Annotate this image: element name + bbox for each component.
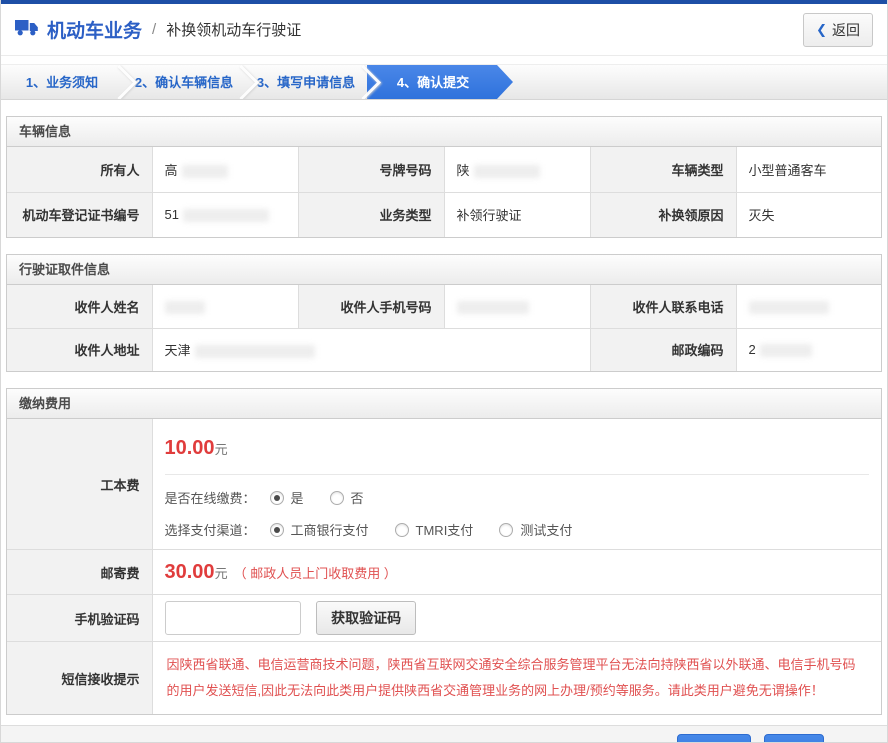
recipient-address-label: 收件人地址: [7, 327, 153, 371]
page-title: 机动车业务: [47, 21, 143, 42]
radio-unselected-icon: [394, 522, 409, 537]
postcode-label: 邮政编码: [589, 327, 737, 371]
radio-unselected-icon: [499, 522, 514, 537]
biztype-label: 业务类型: [297, 191, 445, 237]
sms-code-input[interactable]: [164, 601, 301, 635]
recipient-mobile-label: 收件人手机号码: [297, 285, 445, 329]
channel-icbc-option[interactable]: 工商银行支付: [269, 520, 369, 539]
production-fee-label: 工本费: [7, 419, 153, 550]
sms-notice-label: 短信接收提示: [7, 641, 153, 714]
recipient-phone-value: [735, 285, 881, 329]
table-row: 邮寄费 30.00元（ 邮政人员上门收取费用 ）: [7, 549, 881, 595]
vehicle-type-value: 小型普通客车: [735, 147, 881, 193]
masked-value: [456, 300, 529, 314]
table-row: 手机验证码 获取验证码: [7, 594, 881, 642]
truck-icon: [15, 19, 39, 41]
production-fee-amount: 10.00元: [164, 431, 869, 475]
postcode-value: 2: [735, 327, 881, 371]
footer-actions: 上一步 完成: [1, 725, 887, 742]
vehicle-info-section: 车辆信息 所有人 高 号牌号码 陕 车辆类型 小型普通客车 机动车登记证书编号 …: [6, 116, 882, 238]
sms-code-cell: 获取验证码: [151, 594, 881, 642]
sms-code-label: 手机验证码: [7, 594, 153, 642]
finish-button[interactable]: 完成: [764, 734, 824, 742]
masked-value: [181, 164, 228, 178]
reason-label: 补换领原因: [589, 191, 737, 237]
owner-label: 所有人: [7, 147, 153, 193]
page: 机动车业务 / 补换领机动车行驶证 ❮ 返回 1、业务须知 2、确认车辆信息 3…: [0, 0, 888, 743]
channel-test-option[interactable]: 测试支付: [499, 520, 572, 539]
online-pay-yes-option[interactable]: 是: [269, 488, 304, 507]
main-content: 车辆信息 所有人 高 号牌号码 陕 车辆类型 小型普通客车 机动车登记证书编号 …: [1, 116, 887, 715]
chevron-left-icon: ❮: [816, 21, 827, 37]
sms-notice-cell: 因陕西省联通、电信运营商技术问题，陕西省互联网交通安全综合服务管理平台无法向持陕…: [151, 641, 881, 714]
regno-label: 机动车登记证书编号: [7, 191, 153, 237]
radio-selected-icon: [269, 522, 284, 537]
masked-value: [748, 300, 829, 314]
page-subtitle: 补换领机动车行驶证: [166, 22, 302, 39]
prev-step-button[interactable]: 上一步: [677, 734, 751, 742]
plate-value: 陕: [443, 147, 591, 193]
reason-value: 灭失: [735, 191, 881, 237]
breadcrumb: 机动车业务 / 补换领机动车行驶证: [15, 16, 301, 43]
postage-fee-label: 邮寄费: [7, 549, 153, 595]
table-row: 短信接收提示 因陕西省联通、电信运营商技术问题，陕西省互联网交通安全综合服务管理…: [7, 641, 881, 714]
vehicle-info-title: 车辆信息: [7, 117, 881, 147]
sms-notice-text: 因陕西省联通、电信运营商技术问题，陕西省互联网交通安全综合服务管理平台无法向持陕…: [166, 657, 856, 698]
recipient-mobile-value: [443, 285, 591, 329]
table-row: 收件人姓名 收件人手机号码 收件人联系电话: [7, 285, 881, 329]
masked-value: [759, 344, 812, 358]
table-row: 机动车登记证书编号 51 业务类型 补领行驶证 补换领原因 灭失: [7, 191, 881, 237]
masked-value: [473, 164, 540, 178]
page-header: 机动车业务 / 补换领机动车行驶证 ❮ 返回: [1, 4, 887, 56]
table-row: 收件人地址 天津 邮政编码 2: [7, 327, 881, 371]
fees-section: 缴纳费用 工本费 10.00元 是否在线缴费： 是 否 选择支付渠道： 工商银行…: [6, 388, 882, 715]
online-pay-no-option[interactable]: 否: [329, 488, 364, 507]
step-4-confirm-submit: 4、确认提交: [367, 65, 513, 99]
wizard-steps: 1、业务须知 2、确认车辆信息 3、填写申请信息 4、确认提交: [1, 64, 887, 100]
recipient-name-label: 收件人姓名: [7, 285, 153, 329]
fees-title: 缴纳费用: [7, 389, 881, 419]
radio-selected-icon: [269, 490, 284, 505]
pickup-info-title: 行驶证取件信息: [7, 255, 881, 285]
plate-label: 号牌号码: [297, 147, 445, 193]
table-row: 工本费 10.00元 是否在线缴费： 是 否 选择支付渠道： 工商银行支付 TM…: [7, 419, 881, 550]
masked-value: [194, 345, 315, 359]
pay-channel-row: 选择支付渠道： 工商银行支付 TMRI支付 测试支付: [165, 520, 870, 539]
vehicle-info-table: 所有人 高 号牌号码 陕 车辆类型 小型普通客车 机动车登记证书编号 51 业务…: [7, 147, 881, 237]
recipient-address-value: 天津: [151, 327, 591, 371]
pay-channel-label: 选择支付渠道：: [164, 523, 256, 538]
owner-value: 高: [151, 147, 299, 193]
recipient-name-value: [151, 285, 299, 329]
masked-value: [164, 300, 205, 314]
production-fee-value: 10.00元 是否在线缴费： 是 否 选择支付渠道： 工商银行支付 TMRI支付…: [151, 419, 881, 550]
regno-value: 51: [151, 191, 299, 237]
postage-fee-note: （ 邮政人员上门收取费用 ）: [233, 565, 397, 581]
biztype-value: 补领行驶证: [443, 191, 591, 237]
online-pay-label: 是否在线缴费：: [164, 491, 256, 506]
recipient-phone-label: 收件人联系电话: [589, 285, 737, 329]
masked-value: [182, 209, 269, 223]
breadcrumb-divider: /: [152, 21, 157, 38]
fees-table: 工本费 10.00元 是否在线缴费： 是 否 选择支付渠道： 工商银行支付 TM…: [7, 419, 881, 714]
pickup-info-table: 收件人姓名 收件人手机号码 收件人联系电话 收件人地址 天津 邮政编码 2: [7, 285, 881, 371]
online-pay-row: 是否在线缴费： 是 否: [165, 488, 870, 507]
pickup-info-section: 行驶证取件信息 收件人姓名 收件人手机号码 收件人联系电话 收件人地址 天津 邮…: [6, 254, 882, 372]
radio-unselected-icon: [329, 490, 344, 505]
postage-fee-value: 30.00元（ 邮政人员上门收取费用 ）: [151, 549, 881, 595]
back-button-label: 返回: [832, 21, 860, 38]
vehicle-type-label: 车辆类型: [589, 147, 737, 193]
back-button[interactable]: ❮ 返回: [803, 12, 873, 47]
channel-tmri-option[interactable]: TMRI支付: [394, 520, 473, 539]
get-sms-code-button[interactable]: 获取验证码: [316, 601, 417, 635]
table-row: 所有人 高 号牌号码 陕 车辆类型 小型普通客车: [7, 147, 881, 193]
